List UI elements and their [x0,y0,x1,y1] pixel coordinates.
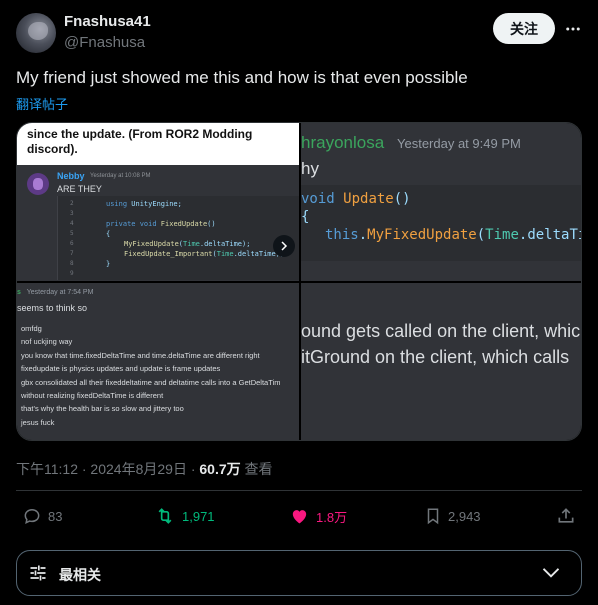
line-number: 6 [70,240,74,247]
chat-line: fixedupdate is physics updates and updat… [21,364,221,374]
sliders-icon [27,563,49,588]
share-button[interactable] [556,506,576,526]
text-line: itGround on the client, which calls [301,347,570,367]
code-block: void Update() { this.MyFixedUpdate(Time.… [301,185,581,261]
reply-count: 83 [48,508,63,524]
code-line: MyFixedUpdate(Time.deltaTime); [124,240,251,248]
sort-label: 最相关 [59,567,101,583]
reply-button[interactable]: 83 [22,506,62,526]
media-image-4[interactable]: ound gets called on the client, whic itG… [301,283,581,440]
bookmark-icon [427,508,439,525]
action-bar: 83 1,971 1.8万 2,943 [16,498,582,540]
reply-sort-selector[interactable]: 最相关 [16,550,582,596]
code-line: { [301,209,310,225]
code-line: using UnityEngine; [106,200,182,208]
like-button[interactable]: 1.8万 [289,506,347,526]
like-count: 1.8万 [316,509,348,525]
chat-line: without realizing fixedDeltaTime is diff… [21,391,164,401]
more-icon[interactable] [561,13,585,44]
repost-button[interactable]: 1,971 [154,506,215,526]
code-line: void Update() [301,191,411,207]
heart-icon [292,510,307,524]
discord-timestamp: Yesterday at 9:49 PM [397,136,521,151]
discord-username: hrayonlosa [301,133,385,152]
bookmark-count: 2,943 [448,508,481,524]
share-icon [558,508,574,523]
code-block: 2 3 4 5 6 7 8 9 using UnityEngine; priva… [57,196,299,280]
repost-icon [158,508,172,524]
divider [16,490,582,491]
line-number: 5 [70,230,74,237]
code-line: FixedUpdate_Important(Time.deltaTime); [124,250,285,258]
discord-messages: omfdg nof uckjing way you know that time… [21,322,280,429]
view-count: 60.7万 [199,461,241,477]
follow-button[interactable]: 关注 [493,13,555,44]
views-label: 查看 [240,461,273,477]
line-number: 9 [70,270,74,277]
media-image-2[interactable]: hrayonlosa Yesterday at 9:49 PM hy void … [301,123,581,281]
chat-line: you know that time.fixedDeltaTime and ti… [21,350,260,360]
avatar[interactable] [16,13,56,53]
media-image-3[interactable]: s Yesterday at 7:54 PM seems to think so… [17,283,299,440]
reply-icon [24,508,40,524]
line-number: 4 [70,220,74,227]
tweet-meta: 下午11:12 · 2024年8月29日 · 60.7万 查看 [16,459,273,479]
caption-line: discord). [27,142,78,156]
chat-line: that's why the health bar is so slow and… [21,404,184,414]
chat-line: omfdg [21,324,42,333]
chat-line: gbx consolidated all their fixeddeltatim… [21,377,281,387]
tweet-datetime[interactable]: 下午11:12 · 2024年8月29日 · [16,461,199,477]
discord-message: hy [301,159,319,178]
code-line: private void FixedUpdate() [106,220,216,228]
chevron-right-icon[interactable] [273,235,295,257]
line-number: 2 [70,200,74,207]
chat-line: jesus fuck [21,417,55,427]
translate-link[interactable]: 翻译帖子 [16,94,68,113]
tweet-header: Fnashusa41 @Fnashusa 关注 [16,12,582,56]
code-line: this.MyFixedUpdate(Time.deltaTim [325,227,581,243]
discord-header: s Yesterday at 7:54 PM [17,289,93,296]
chat-line: nof uckjing way [21,337,73,347]
media-grid[interactable]: since the update. (From ROR2 Modding dis… [16,122,582,441]
discord-message: seems to think so [17,303,88,313]
code-line: { [106,230,111,238]
discord-timestamp: Yesterday at 10:08 PM [90,173,151,179]
line-number: 8 [70,260,74,267]
caption-line: since the update. (From ROR2 Modding [27,127,253,141]
author-handle[interactable]: @Fnashusa [64,34,145,51]
discord-avatar [27,173,49,195]
tweet-text: My friend just showed me this and how is… [16,68,468,87]
chevron-down-icon [541,566,561,585]
bookmark-button[interactable]: 2,943 [424,506,481,526]
discord-message: ARE THEY [57,184,102,194]
discord-username: Nebby [57,171,85,181]
line-number: 3 [70,210,74,217]
code-line: } [106,260,111,268]
discord-timestamp: Yesterday at 7:54 PM [26,289,94,296]
line-number: 7 [70,250,74,257]
discord-username: s [17,289,21,296]
author-display-name[interactable]: Fnashusa41 [64,13,151,30]
caption-box: since the update. (From ROR2 Modding dis… [17,123,299,165]
text-line: ound gets called on the client, whic [301,321,581,341]
media-image-1[interactable]: since the update. (From ROR2 Modding dis… [17,123,299,281]
repost-count: 1,971 [182,508,215,524]
